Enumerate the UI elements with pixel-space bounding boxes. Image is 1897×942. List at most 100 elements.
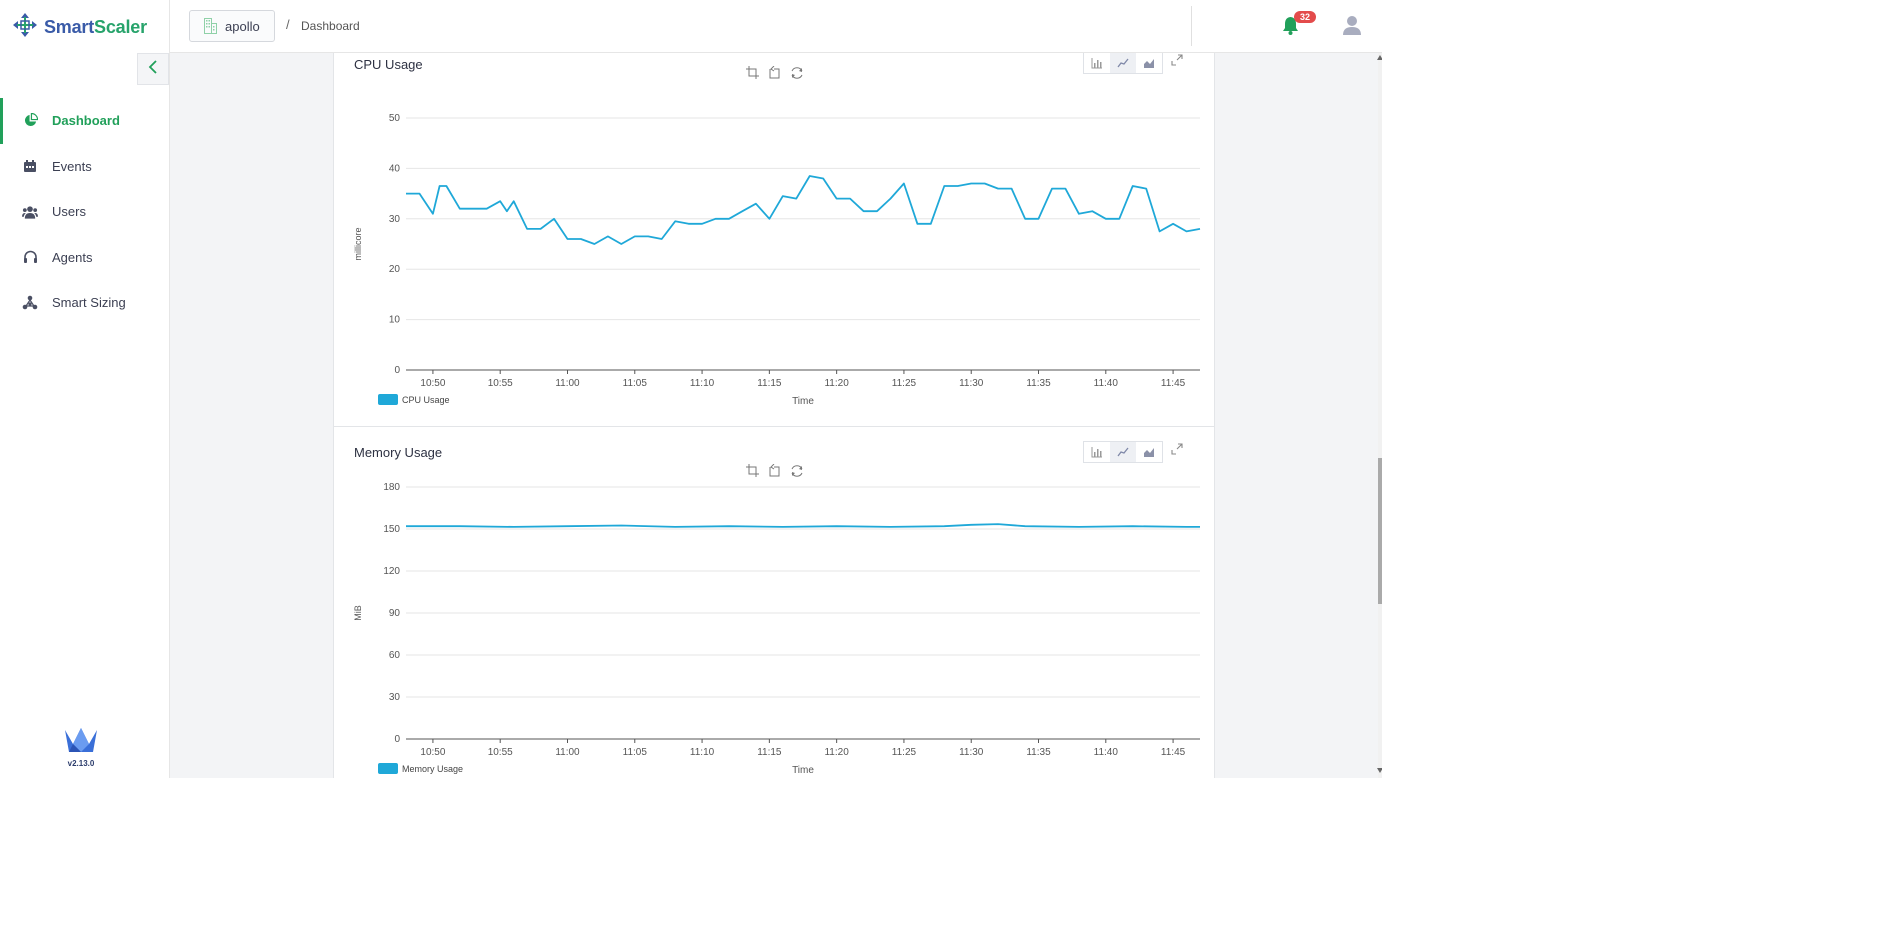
x-tick-label: 10:50	[420, 747, 445, 758]
series-line	[406, 523, 1200, 528]
chart-type-toggle	[1083, 441, 1163, 463]
series-line	[406, 175, 1201, 245]
area-chart-icon[interactable]	[1136, 442, 1162, 462]
smartscaler-logo-icon	[12, 12, 38, 43]
cluster-name: apollo	[225, 18, 260, 34]
content-scrollbar[interactable]	[1378, 53, 1382, 778]
x-tick-label: 11:15	[757, 378, 782, 389]
x-tick-label: 11:45	[1161, 378, 1186, 389]
legend-label: CPU Usage	[402, 395, 450, 405]
top-bar: apollo / Dashboard 32	[170, 0, 1382, 53]
building-icon	[204, 18, 217, 34]
y-tick-label: 180	[383, 482, 400, 493]
user-avatar-icon[interactable]	[1342, 15, 1362, 40]
version-label: v2.13.0	[67, 759, 95, 768]
x-tick-label: 11:40	[1094, 378, 1119, 389]
legend-label: Memory Usage	[402, 764, 463, 774]
memory-usage-card: Memory Usage 0 30 60 90 120 150 180 10:50 10:55 1…	[333, 426, 1215, 778]
y-axis-label: MiB	[353, 605, 363, 621]
scroll-up-arrow-icon[interactable]	[1377, 55, 1382, 60]
users-icon	[22, 204, 38, 220]
x-tick-label: 11:45	[1161, 747, 1186, 758]
x-axis-label: Time	[792, 765, 814, 776]
x-tick-label: 11:15	[757, 747, 782, 758]
x-tick-label: 11:25	[892, 747, 917, 758]
y-tick-label: 90	[389, 608, 401, 619]
y-tick-label: 10	[389, 315, 401, 326]
sidebar-item-label: Dashboard	[52, 113, 120, 129]
app-window: SmartScaler Dashboard Events Users Agent…	[0, 0, 1382, 778]
y-tick-label: 30	[389, 214, 401, 225]
x-tick-label: 11:10	[690, 747, 715, 758]
x-axis-label: Time	[792, 396, 814, 407]
pie-chart-icon	[22, 113, 38, 129]
memory-usage-chart[interactable]: 0 30 60 90 120 150 180 10:50 10:55 11:00 11:05 11:1…	[334, 467, 1214, 778]
y-tick-label: 120	[383, 566, 400, 577]
sidebar-item-agents[interactable]: Agents	[0, 235, 169, 281]
x-tick-label: 11:25	[892, 378, 917, 389]
y-tick-label: 30	[389, 692, 401, 703]
chart-title: Memory Usage	[354, 445, 443, 460]
sidebar: SmartScaler Dashboard Events Users Agent…	[0, 0, 170, 778]
x-tick-label: 11:20	[824, 378, 849, 389]
x-tick-label: 10:55	[488, 747, 513, 758]
x-tick-label: 11:30	[959, 378, 984, 389]
sidebar-collapse-button[interactable]	[137, 53, 169, 85]
breadcrumb-current[interactable]: Dashboard	[301, 19, 360, 33]
sidebar-item-smart-sizing[interactable]: Smart Sizing	[0, 280, 169, 326]
brand-name: SmartScaler	[44, 16, 147, 37]
cpu-usage-card: CPU Usage 0 10 20 30 40 50 10:50 10:55 11:00 11:0…	[333, 53, 1215, 457]
y-tick-label: 20	[389, 264, 401, 275]
y-tick-label: 0	[394, 734, 400, 745]
expand-icon[interactable]	[1171, 442, 1183, 460]
x-tick-label: 11:00	[555, 747, 580, 758]
sidebar-nav: Dashboard Events Users Agents Smart Sizi…	[0, 98, 169, 326]
cpu-usage-chart[interactable]: 0 10 20 30 40 50 10:50 10:55 11:00 11:05 11:10 11:1…	[334, 78, 1214, 448]
x-tick-label: 11:20	[824, 747, 849, 758]
sidebar-item-label: Agents	[52, 249, 93, 265]
x-tick-label: 11:10	[690, 378, 715, 389]
y-tick-label: 40	[389, 163, 401, 174]
x-tick-label: 10:55	[488, 378, 513, 389]
chevron-left-icon	[148, 59, 158, 79]
sidebar-item-dashboard[interactable]: Dashboard	[0, 98, 169, 144]
y-tick-label: 50	[389, 113, 401, 124]
chart-title: CPU Usage	[354, 57, 423, 72]
legend-swatch	[378, 394, 398, 405]
expand-icon[interactable]	[1171, 53, 1183, 71]
y-tick-label: 150	[383, 524, 400, 535]
x-tick-label: 11:30	[959, 747, 984, 758]
sidebar-item-users[interactable]: Users	[0, 189, 169, 235]
x-tick-label: 10:50	[420, 378, 445, 389]
x-tick-label: 11:35	[1026, 378, 1051, 389]
area-chart-icon[interactable]	[1136, 53, 1162, 73]
dashboard-content: CPU Usage 0 10 20 30 40 50 10:50 10:55 11:00 11:0…	[170, 53, 1378, 778]
sidebar-item-label: Events	[52, 158, 92, 174]
y-axis-label: millicore	[353, 227, 363, 260]
scrollbar-thumb[interactable]	[1378, 458, 1382, 604]
chart-type-toggle	[1083, 53, 1163, 74]
sidebar-item-events[interactable]: Events	[0, 144, 169, 190]
sidebar-item-label: Smart Sizing	[52, 295, 126, 311]
version-block: v2.13.0	[64, 726, 98, 768]
breadcrumb-separator: /	[286, 17, 290, 32]
cluster-selector-button[interactable]: apollo	[189, 10, 275, 42]
brand-logo[interactable]: SmartScaler	[12, 12, 147, 42]
calendar-icon	[22, 158, 38, 174]
x-tick-label: 11:05	[623, 747, 648, 758]
bar-chart-icon[interactable]	[1084, 442, 1110, 462]
sizing-icon	[22, 295, 38, 311]
x-tick-label: 11:05	[623, 378, 648, 389]
sidebar-item-label: Users	[52, 204, 86, 220]
x-tick-label: 11:00	[555, 378, 580, 389]
scroll-down-arrow-icon[interactable]	[1377, 768, 1382, 773]
line-chart-icon[interactable]	[1110, 442, 1136, 462]
bar-chart-icon[interactable]	[1084, 53, 1110, 73]
topbar-divider	[1191, 6, 1192, 46]
y-tick-label: 0	[394, 365, 400, 376]
headset-icon	[22, 249, 38, 265]
legend-swatch	[378, 763, 398, 774]
line-chart-icon[interactable]	[1110, 53, 1136, 73]
crown-logo-icon	[64, 728, 98, 756]
x-tick-label: 11:40	[1094, 747, 1119, 758]
